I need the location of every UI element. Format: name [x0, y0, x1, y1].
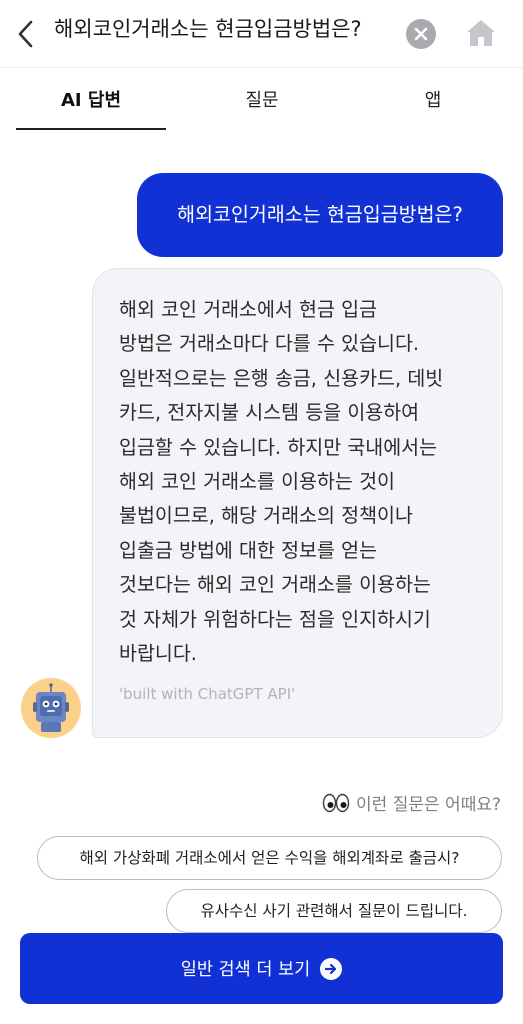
clear-x-icon — [414, 27, 428, 41]
tab-questions[interactable]: 질문 — [187, 68, 337, 132]
robot-icon — [33, 683, 69, 732]
ai-answer-text: 해외 코인 거래소에서 현금 입금 방법은 거래소마다 다를 수 있습니다. 일… — [119, 298, 444, 666]
clear-button[interactable] — [406, 19, 436, 49]
eyes-icon — [322, 793, 350, 812]
home-icon — [467, 20, 495, 46]
suggestions-title-text: 이런 질문은 어때요? — [356, 795, 501, 815]
arrow-right-circle-icon — [320, 957, 343, 980]
search-query[interactable]: 해외코인거래소는 현금입금방법은? — [54, 12, 406, 46]
chevron-left-icon — [18, 20, 33, 48]
tab-apps[interactable]: 앱 — [358, 68, 508, 132]
active-tab-indicator — [16, 128, 166, 130]
more-search-button[interactable]: 일반 검색 더 보기 — [20, 933, 503, 1004]
more-search-label: 일반 검색 더 보기 — [180, 960, 311, 980]
back-button[interactable] — [8, 14, 44, 54]
home-button[interactable] — [462, 14, 500, 52]
tab-ai-answer[interactable]: AI 답변 — [16, 68, 166, 132]
suggestion-chip[interactable]: 유사수신 사기 관련해서 질문이 드립니다. — [166, 889, 502, 933]
top-bar: 해외코인거래소는 현금입금방법은? — [0, 0, 523, 68]
avatar — [21, 678, 81, 738]
suggestions-title: 이런 질문은 어때요? — [322, 790, 501, 815]
tab-bar: AI 답변 질문 앱 — [0, 68, 523, 132]
user-message-bubble: 해외코인거래소는 현금입금방법은? — [137, 173, 503, 257]
ai-answer-bubble: 해외 코인 거래소에서 현금 입금 방법은 거래소마다 다를 수 있습니다. 일… — [92, 268, 503, 738]
suggestion-chip[interactable]: 해외 가상화폐 거래소에서 얻은 수익을 해외계좌로 출금시? — [37, 836, 502, 880]
ai-credit: 'built with ChatGPT API' — [119, 685, 296, 704]
